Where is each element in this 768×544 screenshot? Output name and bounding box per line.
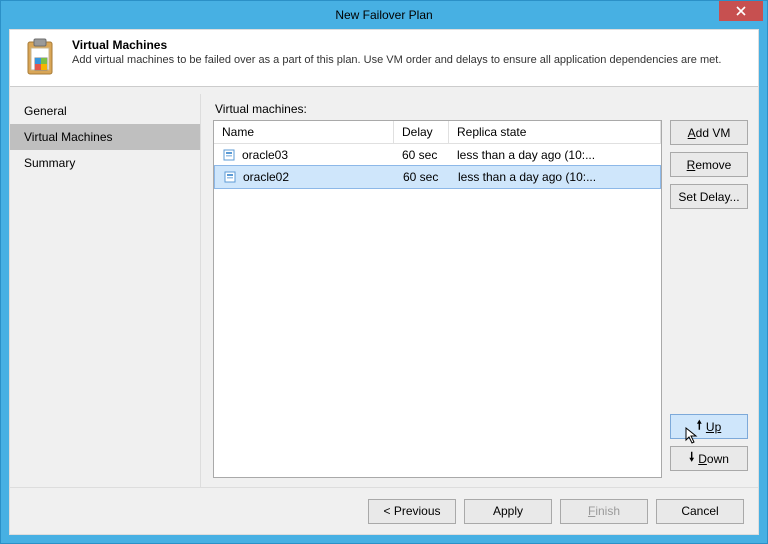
list-label: Virtual machines:: [215, 102, 746, 116]
vm-icon: [223, 170, 237, 184]
remove-button[interactable]: Remove: [670, 152, 748, 177]
up-button[interactable]: 🠕 Up: [670, 414, 748, 439]
vm-table[interactable]: Name Delay Replica state oracle03 60 sec…: [213, 120, 662, 478]
cancel-button[interactable]: Cancel: [656, 499, 744, 524]
page-header: Virtual Machines Add virtual machines to…: [10, 30, 758, 87]
arrow-down-icon: 🠗: [689, 448, 694, 469]
header-subtitle: Add virtual machines to be failed over a…: [72, 53, 746, 68]
previous-button[interactable]: < Previous: [368, 499, 456, 524]
vm-icon: [222, 148, 236, 162]
close-button[interactable]: [719, 1, 763, 21]
cell-delay: 60 sec: [394, 148, 449, 162]
sidebar-item-summary[interactable]: Summary: [10, 150, 200, 176]
sidebar-item-general[interactable]: General: [10, 98, 200, 124]
col-delay[interactable]: Delay: [394, 121, 449, 143]
close-icon: [736, 6, 746, 16]
table-row[interactable]: oracle03 60 sec less than a day ago (10:…: [214, 144, 661, 166]
content-area: Virtual machines: Name Delay Replica sta…: [201, 94, 758, 488]
sidebar-item-virtual-machines[interactable]: Virtual Machines: [10, 124, 200, 150]
dialog-body: General Virtual Machines Summary Virtual…: [10, 94, 758, 488]
down-button[interactable]: 🠗Down: [670, 446, 748, 471]
cell-name: oracle02: [243, 170, 289, 184]
wizard-sidebar: General Virtual Machines Summary: [10, 94, 201, 488]
cell-replica: less than a day ago (10:...: [450, 170, 660, 184]
cell-delay: 60 sec: [395, 170, 450, 184]
set-delay-button[interactable]: Set Delay...: [670, 184, 748, 209]
apply-button[interactable]: Apply: [464, 499, 552, 524]
table-header[interactable]: Name Delay Replica state: [214, 121, 661, 144]
table-row[interactable]: oracle02 60 sec less than a day ago (10:…: [214, 165, 661, 189]
col-name[interactable]: Name: [214, 121, 394, 143]
header-title: Virtual Machines: [72, 38, 746, 52]
titlebar[interactable]: New Failover Plan: [1, 1, 767, 28]
cell-name: oracle03: [242, 148, 288, 162]
dialog-frame: Virtual Machines Add virtual machines to…: [9, 29, 759, 535]
clipboard-vm-icon: [22, 38, 62, 78]
window-chrome: New Failover Plan Virtual Machines: [0, 0, 768, 544]
window-title: New Failover Plan: [1, 8, 767, 22]
cell-replica: less than a day ago (10:...: [449, 148, 661, 162]
finish-button: Finish: [560, 499, 648, 524]
col-replica[interactable]: Replica state: [449, 121, 661, 143]
arrow-up-icon: 🠕: [697, 416, 702, 437]
add-vm-button[interactable]: Add VM: [670, 120, 748, 145]
side-buttons: Add VM Remove Set Delay... 🠕 Up 🠗Down: [670, 120, 748, 478]
wizard-footer: < Previous Apply Finish Cancel: [10, 487, 758, 534]
